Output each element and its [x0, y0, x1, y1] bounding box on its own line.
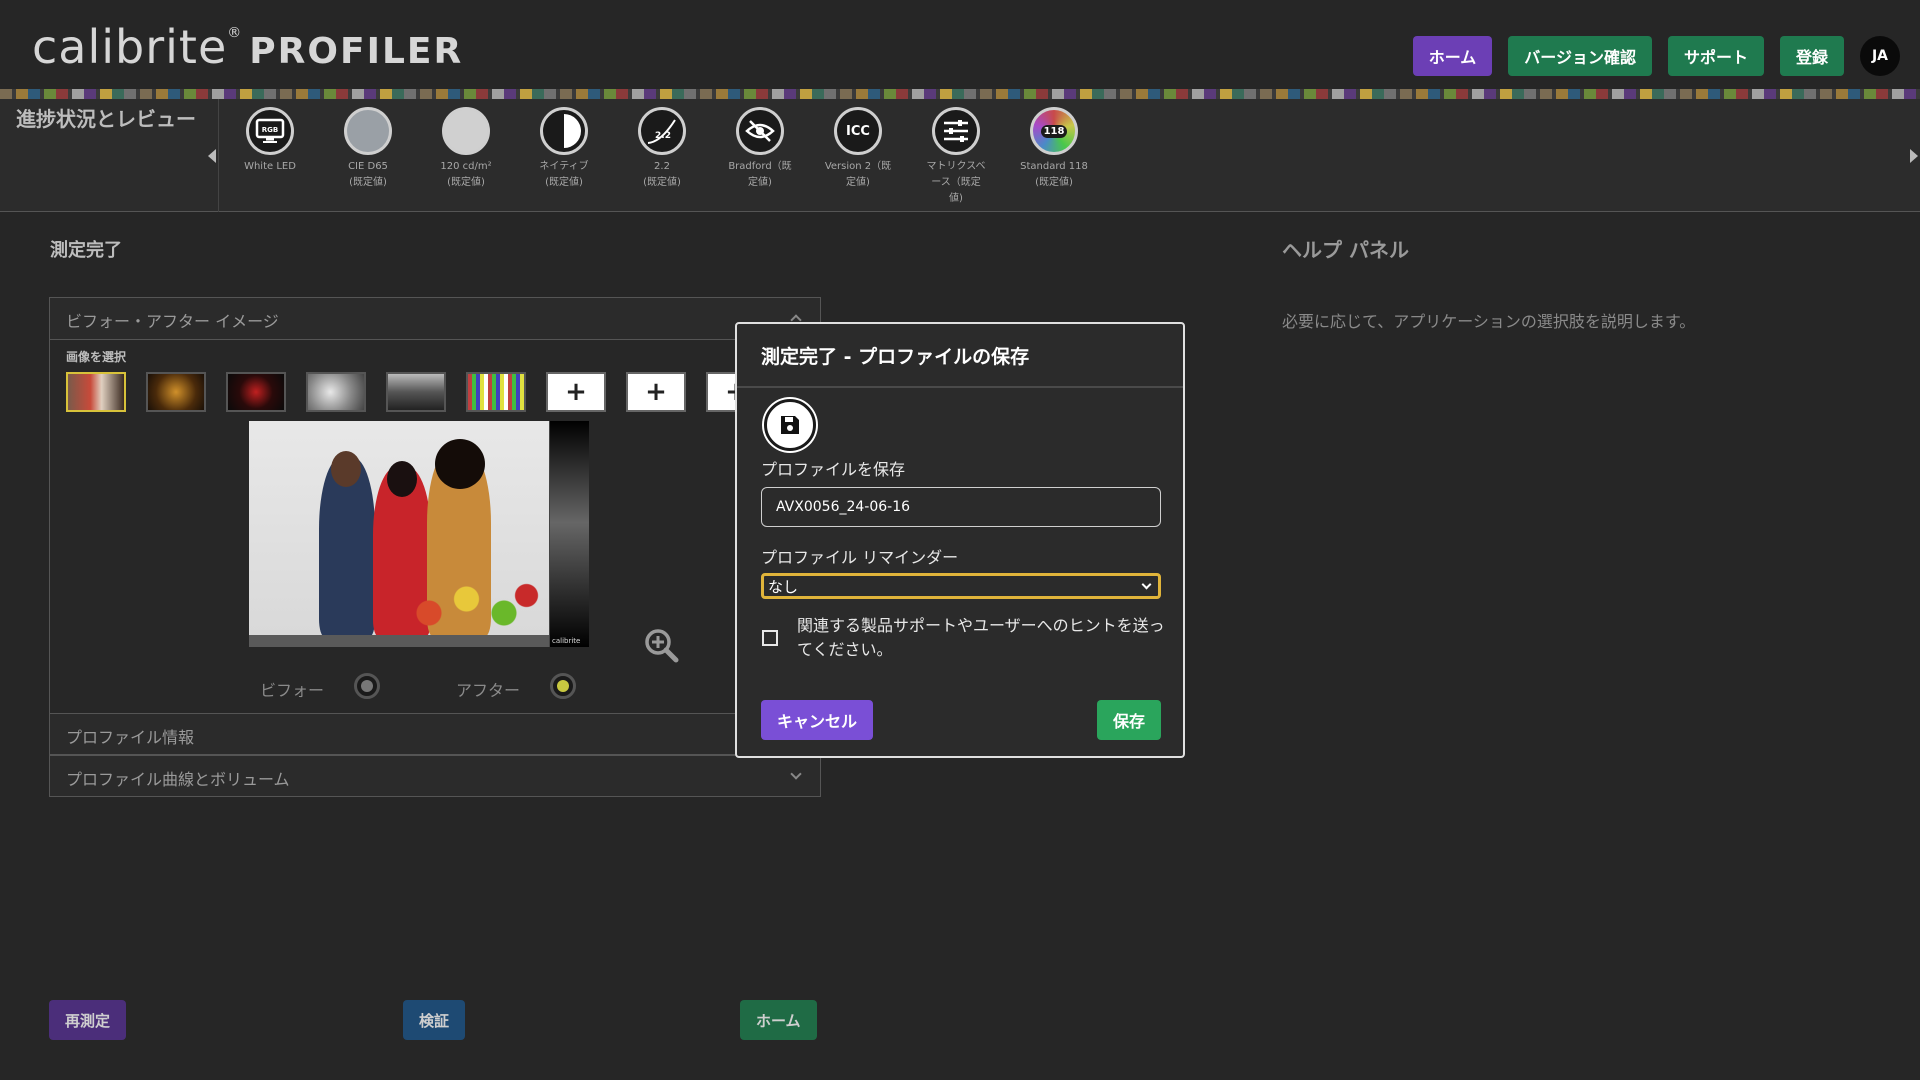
step-patch-set[interactable]: 118 Standard 118 (既定値) [1009, 107, 1099, 191]
sliders-icon [932, 107, 980, 155]
step-white-point[interactable]: CIE D65 (既定値) [323, 107, 413, 191]
nav-home-button[interactable]: ホーム [1412, 36, 1493, 76]
step-label: ネイティブ (既定値) [539, 161, 589, 188]
step-label: Bradford（既 定値) [728, 161, 792, 188]
add-image-button[interactable]: + [626, 372, 686, 412]
before-label: ビフォー [260, 681, 325, 700]
color-swatch-strip [0, 89, 1920, 99]
step-label: 2.2 (既定値) [643, 161, 681, 188]
step-gamma[interactable]: 2.2 2.2 (既定値) [617, 107, 707, 191]
thumbnail-interior[interactable] [146, 372, 206, 412]
thumbnail-grayscale[interactable] [386, 372, 446, 412]
eye-hidden-icon [736, 107, 784, 155]
preview-image [249, 421, 589, 647]
before-after-toggle: ビフォー アフター [260, 673, 590, 703]
step-label: マトリクスベ ース（既定 値) [926, 161, 986, 204]
image-select-label: 画像を選択 [66, 350, 127, 364]
save-profile-dialog: 測定完了 - プロファイルの保存 プロファイルを保存 プロファイル リマインダー… [735, 322, 1185, 758]
save-button[interactable]: 保存 [1096, 700, 1161, 740]
thumbnail-color-bars[interactable] [466, 372, 526, 412]
help-panel-text: 必要に応じて、アプリケーションの選択肢を説明します。 [1282, 312, 1696, 331]
step-adaptation[interactable]: Bradford（既 定値) [715, 107, 805, 191]
step-profile-type[interactable]: マトリクスベ ース（既定 値) [911, 107, 1001, 207]
step-contrast[interactable]: ネイティブ (既定値) [519, 107, 609, 191]
before-after-header[interactable]: ビフォー・アフター イメージ [50, 298, 820, 340]
dialog-title: 測定完了 - プロファイルの保存 [737, 324, 1183, 388]
bottom-home-button[interactable]: ホーム [740, 1000, 817, 1040]
gradient-comparison-bar: calibrite [549, 421, 589, 647]
page-title: 測定完了 [50, 240, 122, 261]
app-header: calibrite ® PROFILER ホーム バージョン確認 サポート 登録… [0, 0, 1920, 88]
top-nav: ホーム バージョン確認 サポート 登録 JA [1412, 36, 1900, 76]
before-after-title: ビフォー・アフター イメージ [66, 312, 279, 331]
preview-figure-head [435, 439, 485, 489]
scroll-right-icon[interactable] [1910, 149, 1918, 163]
step-display-type[interactable]: RGB White LED [225, 107, 315, 175]
reminder-label: プロファイル リマインダー [761, 548, 959, 567]
svg-text:2.2: 2.2 [655, 131, 671, 141]
step-label: White LED [244, 161, 296, 172]
step-label: Version 2（既 定値) [824, 161, 892, 188]
progress-title: 進捗状況とレビュー [16, 107, 196, 131]
nav-register-button[interactable]: 登録 [1779, 36, 1844, 76]
step-label: Standard 118 (既定値) [1020, 161, 1088, 188]
svg-text:RGB: RGB [262, 126, 278, 134]
monitor-rgb-icon: RGB [246, 107, 294, 155]
save-profile-label: プロファイルを保存 [761, 460, 906, 479]
app-logo: calibrite ® PROFILER [32, 20, 463, 76]
chevron-down-icon [1141, 579, 1152, 590]
reminder-select[interactable]: なし [761, 573, 1161, 599]
progress-review-bar: 進捗状況とレビュー RGB White LED CIE D65 (既定値) 120… [0, 99, 1920, 212]
thumbnail-red-object[interactable] [226, 372, 286, 412]
logo-sub-text: PROFILER [249, 31, 464, 72]
save-disk-icon [764, 399, 816, 451]
chevron-down-icon [790, 768, 802, 780]
icc-icon: ICC [834, 107, 882, 155]
nav-version-button[interactable]: バージョン確認 [1508, 36, 1652, 76]
preview-figure-head [387, 461, 417, 497]
help-panel-title: ヘルプ パネル [1282, 238, 1409, 262]
profile-info-title: プロファイル情報 [66, 728, 195, 747]
before-radio[interactable] [354, 673, 380, 699]
logo-registered-mark: ® [227, 25, 242, 41]
patch-set-icon: 118 [1030, 107, 1078, 155]
preview-figure-head [331, 451, 361, 487]
scroll-left-icon[interactable] [208, 149, 216, 163]
image-thumbnails: + + + [66, 372, 766, 412]
thumbnail-white-objects[interactable] [306, 372, 366, 412]
remeasure-button[interactable]: 再測定 [49, 1000, 127, 1040]
nav-support-button[interactable]: サポート [1667, 36, 1764, 76]
after-label: アフター [456, 681, 521, 700]
contrast-half-icon [540, 107, 588, 155]
luminance-icon [442, 107, 490, 155]
preview-floor [249, 635, 589, 647]
logo-main-text: calibrite [32, 20, 228, 74]
profile-curves-accordion[interactable]: プロファイル曲線とボリューム [49, 755, 821, 797]
zoom-in-icon[interactable] [642, 626, 682, 666]
reminder-selected-value: なし [768, 577, 799, 596]
gamma-curve-icon: 2.2 [638, 107, 686, 155]
hint-consent-checkbox[interactable] [762, 630, 778, 646]
language-avatar[interactable]: JA [1860, 36, 1900, 76]
step-icc-version[interactable]: ICC Version 2（既 定値) [813, 107, 903, 191]
white-point-icon [344, 107, 392, 155]
step-label: 120 cd/m² (既定値) [440, 161, 492, 188]
step-luminance[interactable]: 120 cd/m² (既定値) [421, 107, 511, 191]
after-radio[interactable] [550, 673, 576, 699]
profile-info-accordion[interactable]: プロファイル情報 [49, 713, 821, 755]
profile-curves-title: プロファイル曲線とボリューム [66, 770, 290, 789]
add-image-button[interactable]: + [546, 372, 606, 412]
step-label: CIE D65 (既定値) [348, 161, 388, 188]
cancel-button[interactable]: キャンセル [761, 700, 874, 740]
thumbnail-portrait[interactable] [66, 372, 126, 412]
hint-consent-text: 関連する製品サポートやユーザーへのヒントを送ってください。 [797, 616, 1165, 659]
profile-name-input[interactable] [761, 487, 1161, 527]
preview-fruit [399, 571, 549, 641]
gradient-brand-label: calibrite [552, 637, 581, 645]
verify-button[interactable]: 検証 [403, 1000, 466, 1040]
progress-divider [218, 99, 219, 212]
